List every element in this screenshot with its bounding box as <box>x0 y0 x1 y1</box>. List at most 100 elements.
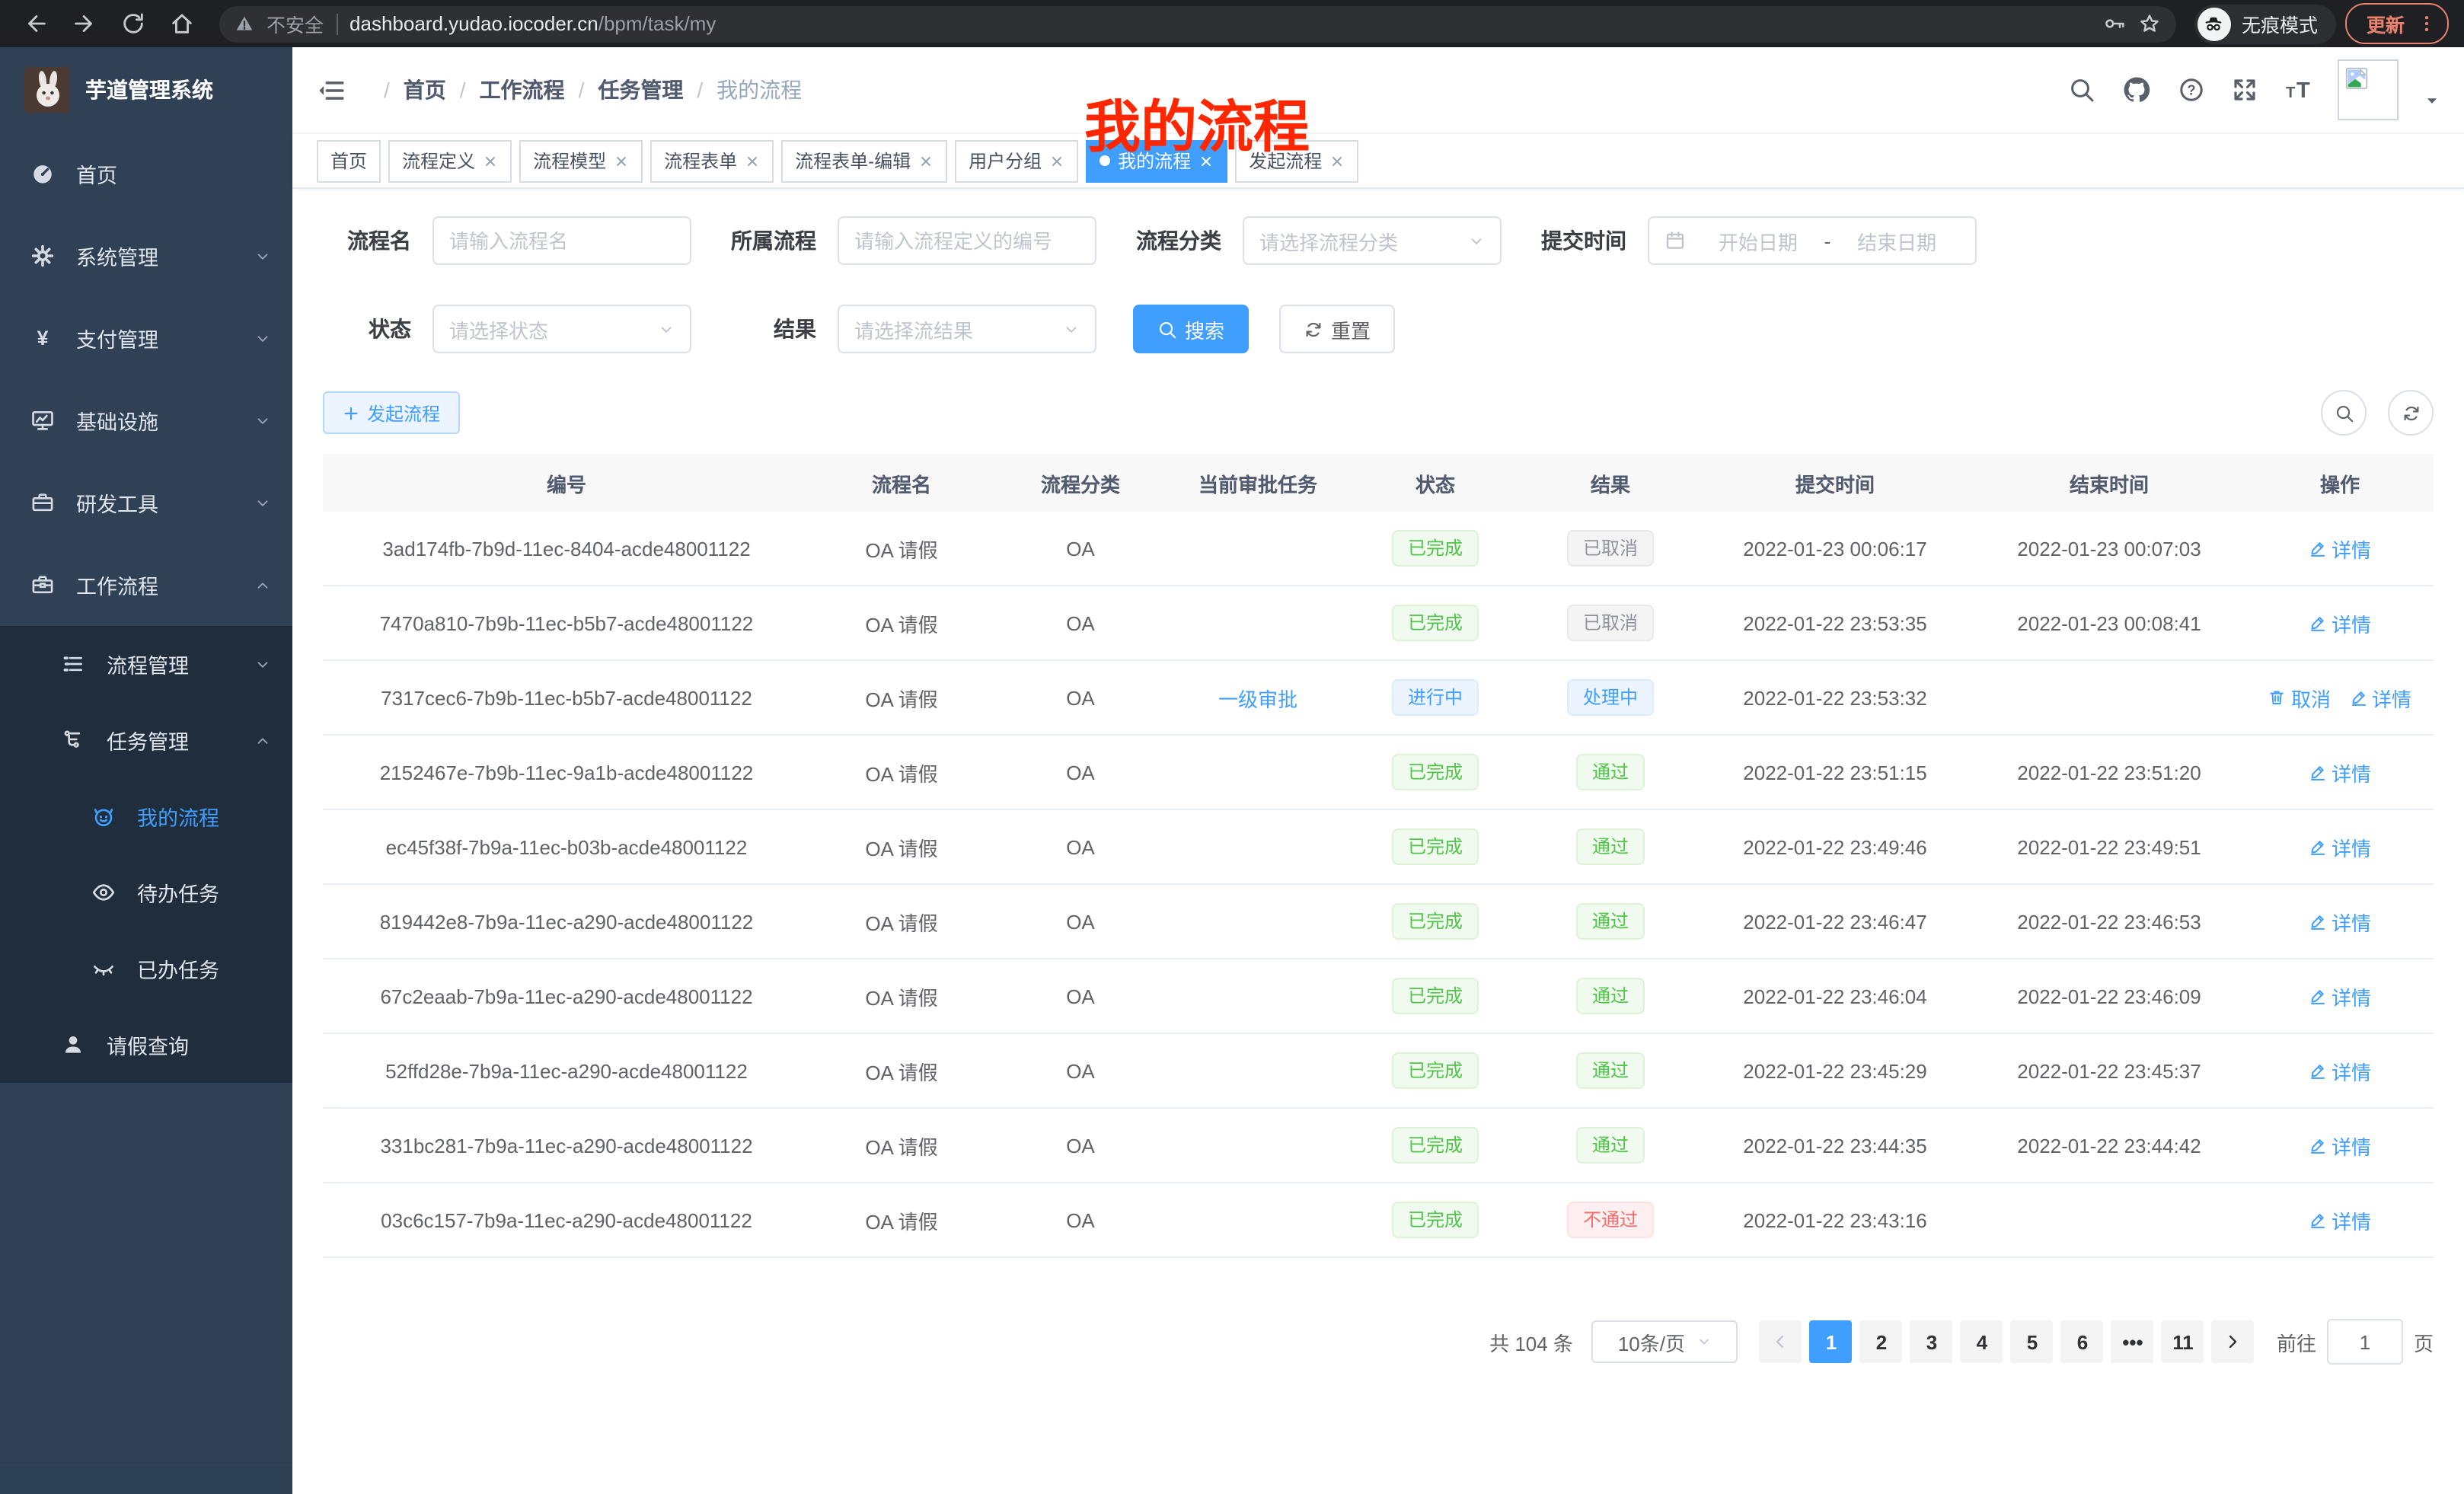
detail-link[interactable]: 详情 <box>2309 608 2371 637</box>
page-button[interactable]: 11 <box>2162 1320 2204 1363</box>
sidebar-item-done-task[interactable]: 已办任务 <box>0 931 292 1007</box>
page-button[interactable]: ••• <box>2111 1320 2154 1363</box>
filter-row-2: 状态 请选择状态 结果 请选择流结果 <box>323 305 2434 353</box>
sidebar-item-my-process[interactable]: 我的流程 <box>0 778 292 854</box>
submit-time-range[interactable]: 开始日期 - 结束日期 <box>1648 216 1977 265</box>
sidebar-item-leave-query[interactable]: 请假查询 <box>0 1007 292 1083</box>
close-icon[interactable] <box>745 153 760 168</box>
tab-my-process[interactable]: 我的流程 <box>1086 139 1227 182</box>
status-select[interactable]: 请选择状态 <box>432 305 691 353</box>
close-icon[interactable] <box>1329 153 1345 168</box>
goto-page-input[interactable] <box>2327 1319 2403 1365</box>
forward-icon[interactable] <box>64 4 104 43</box>
page-button[interactable]: 6 <box>2061 1320 2104 1363</box>
breadcrumb-item[interactable]: / 工作流程 <box>446 75 565 105</box>
menu-kebab-icon[interactable] <box>2417 14 2437 34</box>
search-icon[interactable] <box>2068 76 2095 104</box>
cell-process-name: OA 请假 <box>810 661 993 734</box>
start-process-button[interactable]: 发起流程 <box>323 391 460 434</box>
detail-link[interactable]: 详情 <box>2309 1205 2371 1234</box>
sidebar-item-process-mgmt[interactable]: 流程管理 <box>0 626 292 702</box>
caret-down-icon[interactable] <box>2424 93 2440 108</box>
sidebar-item-devtools[interactable]: 研发工具 <box>0 461 292 544</box>
sidebar-item-workflow[interactable]: 工作流程 <box>0 544 292 626</box>
key-icon[interactable] <box>2103 12 2126 35</box>
page-button[interactable]: 4 <box>1961 1320 2003 1363</box>
sidebar-item-infrastructure[interactable]: 基础设施 <box>0 379 292 461</box>
reload-icon[interactable] <box>113 4 152 43</box>
process-definition-input[interactable] <box>838 216 1096 265</box>
cell-status: 进行中 <box>1348 661 1523 734</box>
detail-link[interactable]: 详情 <box>2309 534 2371 563</box>
detail-link[interactable]: 详情 <box>2309 1131 2371 1160</box>
header-actions: ? TT <box>2068 59 2440 120</box>
help-icon[interactable]: ? <box>2178 76 2205 104</box>
end-date-placeholder[interactable]: 结束日期 <box>1834 226 1960 255</box>
tab-process-definition[interactable]: 流程定义 <box>388 139 512 182</box>
detail-link[interactable]: 详情 <box>2309 758 2371 787</box>
result-select[interactable]: 请选择流结果 <box>838 305 1096 353</box>
font-size-icon[interactable]: TT <box>2284 76 2312 104</box>
breadcrumb-item[interactable]: / 任务管理 <box>565 75 684 105</box>
reset-button[interactable]: 重置 <box>1279 305 1395 353</box>
cell-result: 通过 <box>1523 1034 1698 1107</box>
home-icon[interactable] <box>161 4 201 43</box>
update-button[interactable]: 更新 <box>2345 3 2449 44</box>
toggle-search-icon[interactable] <box>2321 390 2367 436</box>
start-date-placeholder[interactable]: 开始日期 <box>1695 226 1821 255</box>
page-button[interactable]: 3 <box>1910 1320 1953 1363</box>
search-button[interactable]: 搜索 <box>1133 305 1249 353</box>
cell-current-task <box>1168 885 1348 958</box>
goto-label: 前往 <box>2277 1327 2316 1356</box>
security-label[interactable]: 不安全 <box>267 9 324 38</box>
breadcrumb-item[interactable]: / 我的流程 <box>683 75 802 105</box>
sidebar-item-system[interactable]: 系统管理 <box>0 215 292 297</box>
page-button[interactable]: 2 <box>1860 1320 1903 1363</box>
refresh-table-icon[interactable] <box>2388 390 2434 436</box>
detail-link[interactable]: 详情 <box>2309 832 2371 861</box>
sidebar-item-task-mgmt[interactable]: 任务管理 <box>0 702 292 778</box>
tab-user-group[interactable]: 用户分组 <box>955 139 1078 182</box>
page-size-select[interactable]: 10条/页 <box>1591 1320 1738 1363</box>
address-bar[interactable]: 不安全 dashboard.yudao.iocoder.cn/bpm/task/… <box>219 5 2176 42</box>
prev-page-button[interactable] <box>1760 1320 1802 1363</box>
detail-link[interactable]: 详情 <box>2309 982 2371 1010</box>
tab-process-form-edit[interactable]: 流程表单-编辑 <box>781 139 947 182</box>
tab-process-form[interactable]: 流程表单 <box>650 139 774 182</box>
star-icon[interactable] <box>2138 12 2161 35</box>
page-button[interactable]: 5 <box>2011 1320 2054 1363</box>
close-icon[interactable] <box>918 153 934 168</box>
cell-actions: 详情 <box>2246 1183 2434 1256</box>
hamburger-icon[interactable] <box>317 75 346 104</box>
cell-status: 已完成 <box>1348 586 1523 659</box>
detail-link[interactable]: 详情 <box>2349 683 2411 712</box>
sidebar-item-home[interactable]: 首页 <box>0 132 292 215</box>
fullscreen-icon[interactable] <box>2231 76 2258 104</box>
process-category-select[interactable]: 请选择流程分类 <box>1243 216 1502 265</box>
process-name-input[interactable] <box>432 216 691 265</box>
tab-start-process[interactable]: 发起流程 <box>1235 139 1358 182</box>
detail-link[interactable]: 详情 <box>2309 907 2371 936</box>
edit-icon <box>2309 838 2327 856</box>
url-host: dashboard.yudao.iocoder.cn <box>349 12 598 35</box>
detail-link[interactable]: 详情 <box>2309 1056 2371 1085</box>
tab-process-model[interactable]: 流程模型 <box>519 139 643 182</box>
current-task-link[interactable]: 一级审批 <box>1218 683 1297 712</box>
cancel-link[interactable]: 取消 <box>2268 683 2331 712</box>
sidebar-item-payment[interactable]: ¥ 支付管理 <box>0 297 292 379</box>
avatar[interactable] <box>2338 59 2399 120</box>
cell-current-task <box>1168 512 1348 585</box>
close-icon[interactable] <box>483 153 498 168</box>
tab-home[interactable]: 首页 <box>317 139 381 182</box>
sidebar-item-todo-task[interactable]: 待办任务 <box>0 854 292 931</box>
close-icon[interactable] <box>614 153 629 168</box>
page-button[interactable]: 1 <box>1810 1320 1853 1363</box>
breadcrumb-item[interactable]: / 首页 <box>370 75 446 105</box>
tab-label: 首页 <box>330 148 367 174</box>
back-icon[interactable] <box>15 4 55 43</box>
next-page-button[interactable] <box>2212 1320 2255 1363</box>
github-icon[interactable] <box>2121 75 2152 105</box>
close-icon[interactable] <box>1049 153 1064 168</box>
filter-process-definition: 所属流程 <box>728 216 1096 265</box>
close-icon[interactable] <box>1198 153 1214 168</box>
